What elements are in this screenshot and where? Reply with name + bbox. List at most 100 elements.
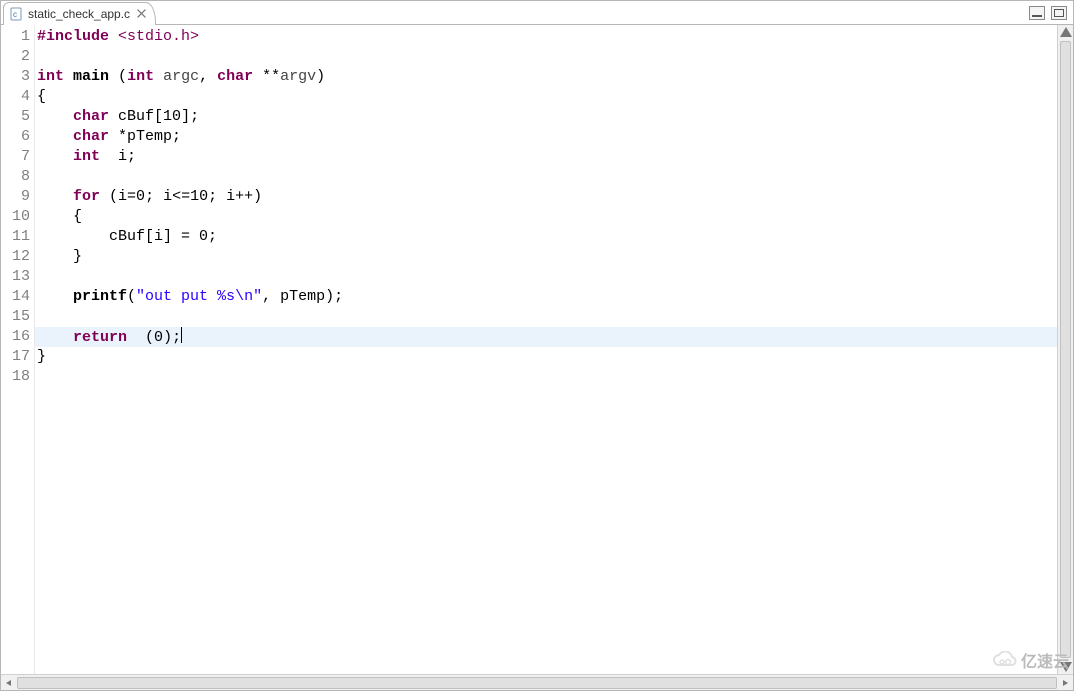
- vscroll-track[interactable]: [1058, 41, 1073, 658]
- code-editor[interactable]: #include <stdio.h> int main (int argc, ch…: [35, 25, 1057, 674]
- scroll-up-arrow-icon[interactable]: [1058, 25, 1073, 41]
- svg-text:c: c: [13, 10, 17, 19]
- code-token: [37, 188, 73, 205]
- code-line[interactable]: [35, 307, 1057, 327]
- line-number: 5: [1, 107, 34, 127]
- code-token: 0: [154, 329, 163, 346]
- code-token: {: [37, 208, 82, 225]
- code-line[interactable]: [35, 47, 1057, 67]
- tab-bar: c static_check_app.c: [1, 1, 1073, 25]
- line-number: 11: [1, 227, 34, 247]
- hscroll-track[interactable]: [17, 675, 1057, 691]
- pane-maximize-button[interactable]: [1051, 6, 1067, 20]
- code-token: **: [253, 68, 280, 85]
- text-caret: [181, 327, 182, 343]
- code-line[interactable]: char cBuf[10];: [35, 107, 1057, 127]
- code-token: i;: [100, 148, 136, 165]
- code-line[interactable]: for (i=0; i<=10; i++): [35, 187, 1057, 207]
- code-token: (i=: [100, 188, 136, 205]
- close-tab-icon[interactable]: [135, 8, 147, 20]
- code-token: ): [316, 68, 325, 85]
- code-token: (: [127, 329, 154, 346]
- code-token: cBuf[i] =: [37, 228, 199, 245]
- code-token: for: [73, 188, 100, 205]
- code-line[interactable]: printf("out put %s\n", pTemp);: [35, 287, 1057, 307]
- code-token: return: [73, 329, 127, 346]
- horizontal-scrollbar[interactable]: [1, 674, 1073, 690]
- code-area: 123456789101112131415161718 #include <st…: [1, 25, 1073, 674]
- code-line[interactable]: {: [35, 87, 1057, 107]
- hscroll-thumb[interactable]: [17, 677, 1057, 689]
- code-token: int: [127, 68, 154, 85]
- scroll-left-arrow-icon[interactable]: [1, 675, 17, 691]
- code-token: int: [73, 148, 100, 165]
- line-number: 7: [1, 147, 34, 167]
- code-token: cBuf[: [109, 108, 163, 125]
- code-token: [37, 128, 73, 145]
- code-line[interactable]: cBuf[i] = 0;: [35, 227, 1057, 247]
- line-number: 10: [1, 207, 34, 227]
- code-token: [37, 288, 73, 305]
- code-token: 10: [190, 188, 208, 205]
- code-line[interactable]: char *pTemp;: [35, 127, 1057, 147]
- code-token: char: [73, 108, 109, 125]
- code-token: printf: [73, 288, 127, 305]
- line-number: 8: [1, 167, 34, 187]
- code-token: , pTemp);: [262, 288, 343, 305]
- code-token: char: [217, 68, 253, 85]
- line-number: 3: [1, 67, 34, 87]
- code-token: #include: [37, 28, 118, 45]
- vertical-scrollbar[interactable]: [1057, 25, 1073, 674]
- code-token: );: [163, 329, 181, 346]
- editor-tab-static-check-app[interactable]: c static_check_app.c: [3, 2, 156, 24]
- line-number-gutter: 123456789101112131415161718: [1, 25, 35, 674]
- pane-minimize-button[interactable]: [1029, 6, 1045, 20]
- code-token: {: [37, 88, 46, 105]
- code-line[interactable]: int main (int argc, char **argv): [35, 67, 1057, 87]
- line-number: 16: [1, 327, 34, 347]
- code-line[interactable]: [35, 267, 1057, 287]
- line-number: 13: [1, 267, 34, 287]
- pane-controls: [1029, 1, 1073, 24]
- vscroll-thumb[interactable]: [1060, 41, 1071, 658]
- code-line[interactable]: int i;: [35, 147, 1057, 167]
- code-token: argc: [163, 68, 199, 85]
- line-number: 2: [1, 47, 34, 67]
- code-token: [64, 68, 73, 85]
- tab-filename: static_check_app.c: [28, 7, 130, 21]
- code-token: 0: [136, 188, 145, 205]
- code-line[interactable]: {: [35, 207, 1057, 227]
- code-token: [37, 108, 73, 125]
- code-token: (: [127, 288, 136, 305]
- scroll-down-arrow-icon[interactable]: [1058, 658, 1073, 674]
- code-token: 10: [163, 108, 181, 125]
- code-token: char: [73, 128, 109, 145]
- code-token: }: [37, 248, 82, 265]
- code-token: "out put %s\n": [136, 288, 262, 305]
- line-number: 14: [1, 287, 34, 307]
- line-number: 6: [1, 127, 34, 147]
- code-line[interactable]: [35, 367, 1057, 387]
- line-number: 17: [1, 347, 34, 367]
- code-token: 0: [199, 228, 208, 245]
- line-number: 4: [1, 87, 34, 107]
- code-token: ; i++): [208, 188, 262, 205]
- code-token: ; i<=: [145, 188, 190, 205]
- editor-pane: c static_check_app.c 1234567891011121314…: [0, 0, 1074, 691]
- code-line[interactable]: }: [35, 247, 1057, 267]
- code-token: [154, 68, 163, 85]
- code-token: [37, 148, 73, 165]
- code-token: ;: [208, 228, 217, 245]
- code-token: ];: [181, 108, 199, 125]
- code-token: int: [37, 68, 64, 85]
- code-token: }: [37, 348, 46, 365]
- code-token: ,: [199, 68, 217, 85]
- line-number: 18: [1, 367, 34, 387]
- code-token: <stdio.h>: [118, 28, 199, 45]
- code-line[interactable]: #include <stdio.h>: [35, 27, 1057, 47]
- code-line[interactable]: [35, 167, 1057, 187]
- code-token: [37, 329, 73, 346]
- scroll-right-arrow-icon[interactable]: [1057, 675, 1073, 691]
- code-line[interactable]: return (0);: [35, 327, 1057, 347]
- code-line[interactable]: }: [35, 347, 1057, 367]
